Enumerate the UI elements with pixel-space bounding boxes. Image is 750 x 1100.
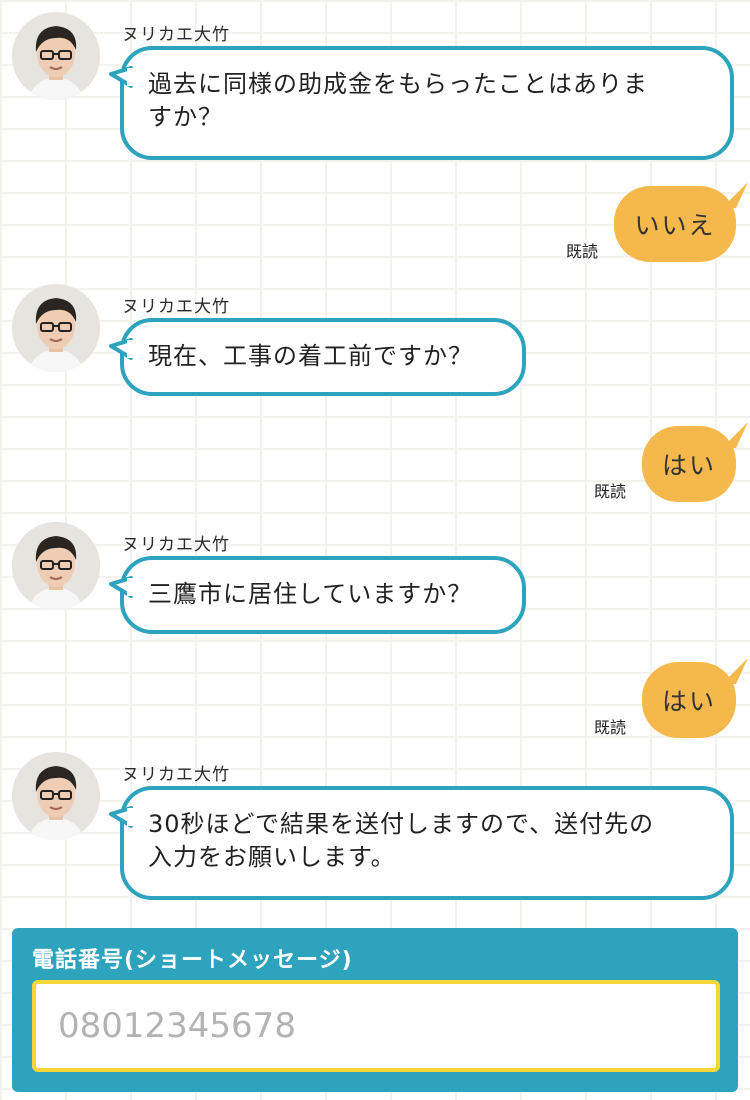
operator-message: 過去に同様の助成金をもらったことはありま すか？	[109, 46, 734, 160]
bubble-tail-icon	[722, 422, 748, 448]
sender-name: ヌリカエ大竹	[122, 765, 230, 785]
bubble-tail-icon	[722, 658, 748, 684]
phone-input-panel: 電話番号(ショートメッセージ)	[12, 928, 738, 1092]
chat-thread: ヌリカエ大竹 過去に同様の助成金をもらったことはありま すか？ 既読 いいえ ヌ…	[0, 0, 750, 920]
phone-input-label: 電話番号(ショートメッセージ)	[32, 948, 353, 973]
read-receipt: 既読	[594, 718, 627, 737]
user-message: はい	[642, 658, 748, 738]
sender-name: ヌリカエ大竹	[122, 25, 230, 45]
message-line: すか？	[148, 103, 223, 131]
bubble-tail-icon	[109, 576, 135, 598]
sender-name: ヌリカエ大竹	[122, 297, 230, 317]
operator-message: 現在、工事の着工前ですか？	[109, 318, 526, 396]
message-line: 現在、工事の着工前ですか？	[148, 342, 473, 370]
phone-number-input[interactable]	[32, 980, 720, 1072]
operator-message: 三鷹市に居住していますか？	[109, 556, 526, 634]
bubble-tail-icon	[109, 806, 135, 828]
bubble-tail-icon	[722, 182, 748, 208]
message-line: 過去に同様の助成金をもらったことはありま	[148, 70, 648, 98]
sender-name: ヌリカエ大竹	[122, 535, 230, 555]
bubble-tail-icon	[109, 338, 135, 360]
read-receipt: 既読	[566, 242, 599, 261]
message-line: 三鷹市に居住していますか？	[148, 580, 473, 608]
operator-avatar	[12, 284, 100, 372]
operator-avatar	[12, 522, 100, 610]
operator-message: 30秒ほどで結果を送付しますので、送付先の 入力をお願いします。	[109, 786, 734, 900]
operator-avatar	[12, 12, 100, 100]
message-line: 30秒ほどで結果を送付しますので、送付先の	[148, 810, 655, 838]
operator-avatar	[12, 752, 100, 840]
user-message: はい	[642, 422, 748, 502]
read-receipt: 既読	[594, 482, 627, 501]
bubble-tail-icon	[109, 66, 135, 88]
user-message: いいえ	[614, 182, 748, 262]
message-line: 入力をお願いします。	[148, 843, 396, 871]
